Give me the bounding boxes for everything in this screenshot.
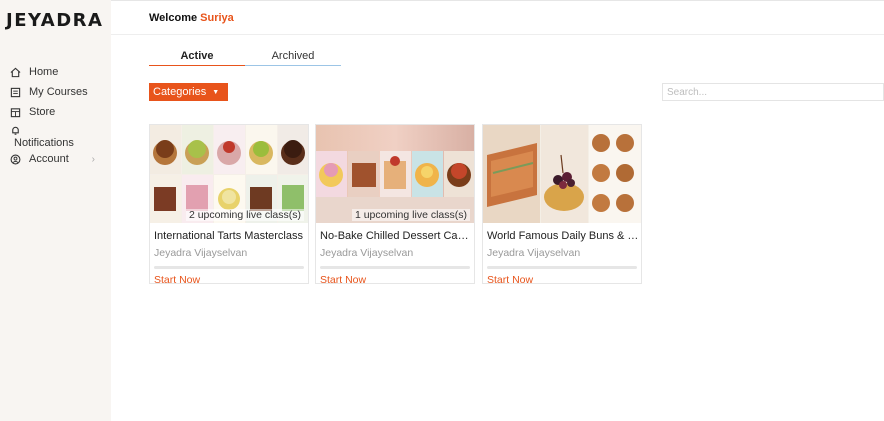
sidebar-item-label: My Courses xyxy=(29,86,88,98)
home-icon xyxy=(10,67,21,77)
sidebar-item-home[interactable]: Home xyxy=(0,62,111,82)
sidebar-item-account[interactable]: Account › xyxy=(0,149,111,169)
progress-bar xyxy=(487,266,637,269)
caret-down-icon: ▼ xyxy=(212,89,220,96)
brand-logo[interactable]: JEYADRA xyxy=(6,10,103,31)
live-classes-badge: 2 upcoming live class(s) xyxy=(185,209,304,221)
start-now-link[interactable]: Start Now xyxy=(320,274,366,283)
categories-dropdown[interactable]: Categories ▼ xyxy=(149,83,228,101)
course-thumbnail xyxy=(483,125,641,223)
logo-text: JEYADRA xyxy=(6,10,104,31)
sidebar-item-my-courses[interactable]: My Courses xyxy=(0,82,111,102)
start-now-link[interactable]: Start Now xyxy=(154,274,200,283)
progress-bar xyxy=(320,266,470,269)
course-title: No-Bake Chilled Dessert Cakes xyxy=(320,230,472,242)
course-card[interactable]: 2 upcoming live class(s) International T… xyxy=(149,124,309,284)
course-thumbnail: 1 upcoming live class(s) xyxy=(316,125,474,223)
live-classes-badge: 1 upcoming live class(s) xyxy=(351,209,470,221)
book-icon xyxy=(10,87,21,97)
course-card[interactable]: 1 upcoming live class(s) No-Bake Chilled… xyxy=(315,124,475,284)
tab-archived[interactable]: Archived xyxy=(245,50,341,66)
course-author: Jeyadra Vijayselvan xyxy=(154,247,248,259)
sidebar-item-label: Home xyxy=(29,66,59,78)
sidebar-item-store[interactable]: Store xyxy=(0,102,111,122)
sidebar-item-label: Account xyxy=(29,153,69,165)
progress-bar xyxy=(154,266,304,269)
start-now-link[interactable]: Start Now xyxy=(487,274,533,283)
welcome-message: Welcome Suriya xyxy=(149,12,234,24)
course-tabs: Active Archived xyxy=(149,50,341,66)
search-input[interactable] xyxy=(662,83,884,101)
course-author: Jeyadra Vijayselvan xyxy=(320,247,414,259)
top-bar: Welcome Suriya xyxy=(111,0,884,35)
user-icon xyxy=(10,154,21,164)
welcome-label: Welcome xyxy=(149,12,198,24)
course-thumbnail: 2 upcoming live class(s) xyxy=(150,125,308,223)
course-author: Jeyadra Vijayselvan xyxy=(487,247,581,259)
bell-icon xyxy=(12,126,19,135)
user-name: Suriya xyxy=(200,12,234,24)
chevron-right-icon: › xyxy=(91,153,95,165)
course-title: International Tarts Masterclass xyxy=(154,230,303,242)
course-card[interactable]: World Famous Daily Buns & Breads Jeyadra… xyxy=(482,124,642,284)
course-title: World Famous Daily Buns & Breads xyxy=(487,230,639,242)
sidebar: JEYADRA Home My Courses Store Notificati… xyxy=(0,0,111,421)
store-icon xyxy=(10,107,21,117)
sidebar-item-label: Notifications xyxy=(14,137,74,149)
sidebar-item-notifications[interactable]: Notifications xyxy=(0,122,111,149)
tab-active[interactable]: Active xyxy=(149,50,245,66)
sidebar-nav: Home My Courses Store Notifications Acco… xyxy=(0,62,111,169)
categories-label: Categories xyxy=(153,86,207,98)
sidebar-item-label: Store xyxy=(29,106,56,118)
